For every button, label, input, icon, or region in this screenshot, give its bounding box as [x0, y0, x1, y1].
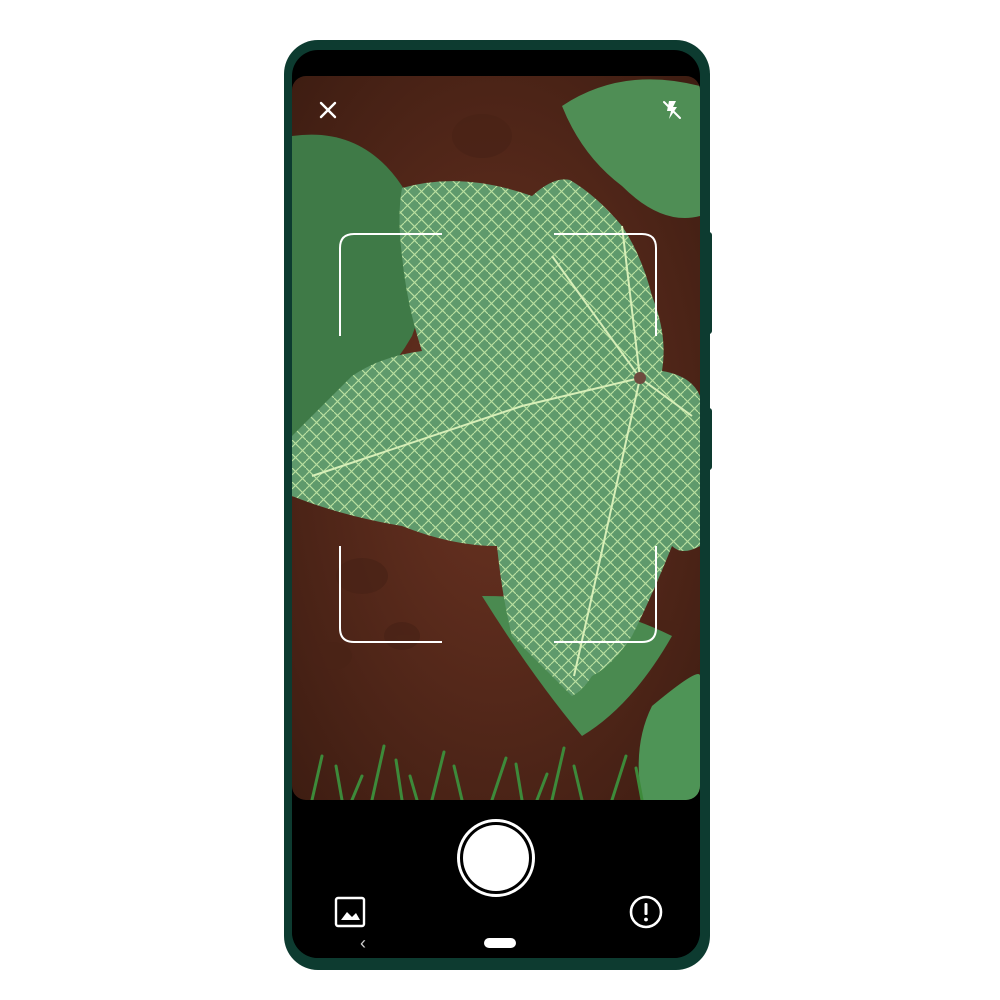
back-chevron-icon[interactable]: ‹: [360, 934, 366, 952]
shutter-button[interactable]: [457, 819, 535, 897]
focus-corner-bottom-right: [554, 546, 657, 643]
focus-corner-top-left: [339, 233, 442, 336]
image-gallery-icon[interactable]: [332, 894, 368, 930]
shutter-icon: [463, 825, 529, 891]
camera-viewfinder[interactable]: [292, 76, 700, 800]
power-button: [706, 232, 712, 334]
phone-screen: ‹: [292, 50, 700, 958]
close-icon[interactable]: [314, 96, 342, 124]
focus-corner-bottom-left: [339, 546, 442, 643]
home-pill-icon[interactable]: [484, 938, 516, 948]
volume-button: [706, 408, 712, 470]
flash-off-icon[interactable]: [658, 96, 686, 124]
focus-corner-top-right: [554, 233, 657, 336]
focus-frame: [339, 233, 657, 643]
info-icon[interactable]: [628, 894, 664, 930]
